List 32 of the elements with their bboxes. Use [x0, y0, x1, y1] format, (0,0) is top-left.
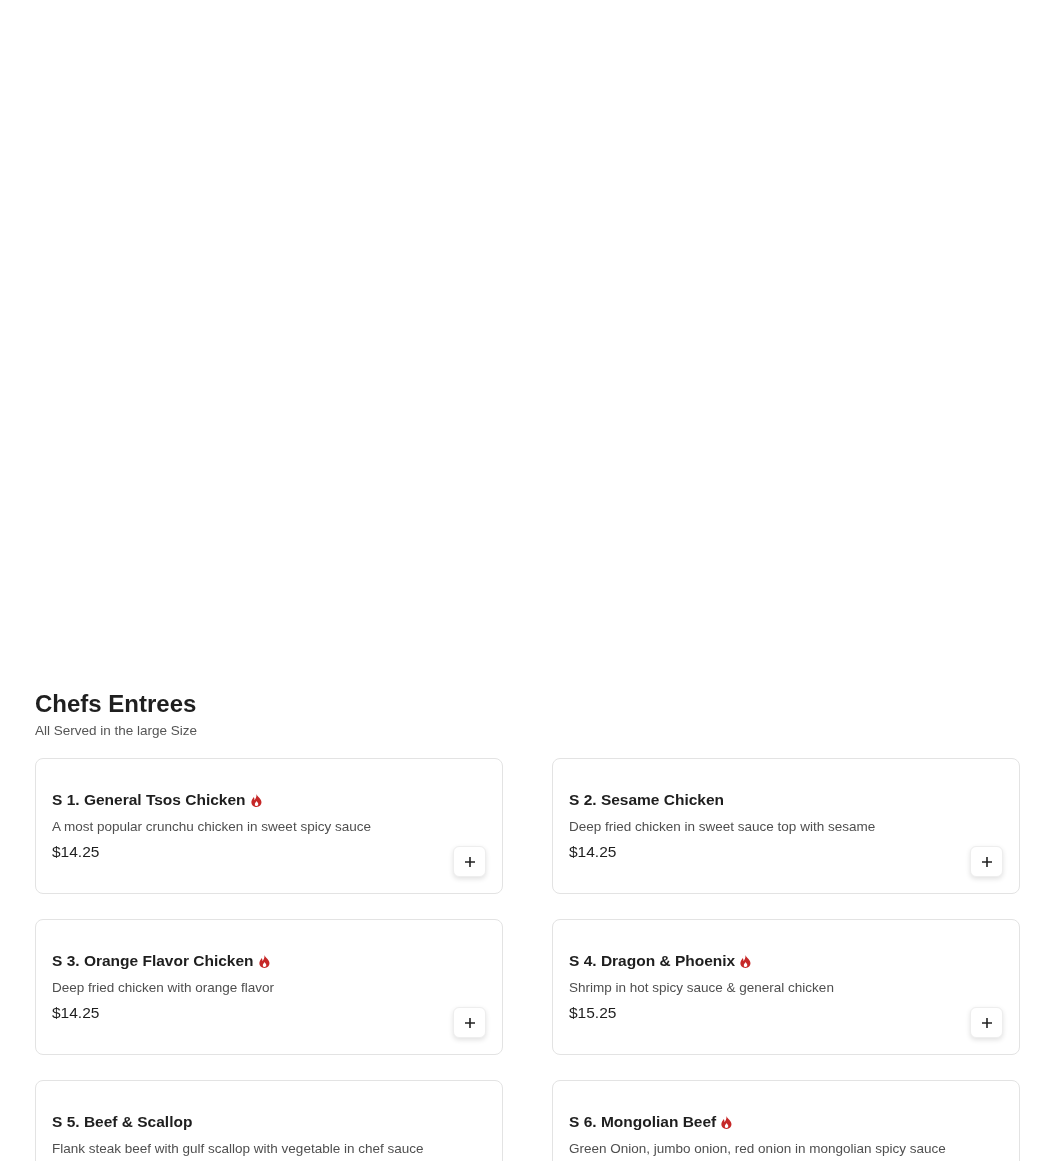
item-name: S 2. Sesame Chicken	[569, 790, 725, 810]
add-button[interactable]	[453, 1007, 486, 1038]
item-price: $14.25	[569, 842, 617, 862]
section-subtitle: All Served in the large Size	[35, 722, 198, 740]
add-button[interactable]	[970, 846, 1003, 877]
menu-item-card[interactable]: S 6. Mongolian Beef Green Onion, jumbo onion, red onion in mongolian spicy sauce	[552, 1080, 1020, 1161]
item-price: $15.25	[569, 1003, 617, 1023]
item-description: Deep fried chicken in sweet sauce top with sesame	[569, 818, 877, 835]
item-price: $14.25	[52, 1003, 100, 1023]
add-button[interactable]	[453, 846, 486, 877]
item-name: S 4. Dragon & Phoenix	[569, 951, 736, 971]
item-price: $14.25	[52, 842, 100, 862]
menu-item-card[interactable]: S 5. Beef & Scallop Flank steak beef with gulf scallop with vegetable in chef sauce	[35, 1080, 503, 1161]
item-description: Green Onion, jumbo onion, red onion in mongolian spicy sauce	[569, 1140, 947, 1157]
item-description: Flank steak beef with gulf scallop with vegetable in chef sauce	[52, 1140, 425, 1157]
item-description: A most popular crunchu chicken in sweet spicy sauce	[52, 818, 372, 835]
plus-icon	[981, 856, 992, 867]
menu-item-card[interactable]: S 2. Sesame Chicken Deep fried chicken in sweet sauce top with sesame $14.25	[552, 758, 1020, 894]
menu-item-card[interactable]: S 3. Orange Flavor Chicken Deep fried chicken with orange flavor $14.25	[35, 919, 503, 1055]
item-description: Shrimp in hot spicy sauce & general chicken	[569, 979, 835, 996]
add-button[interactable]	[970, 1007, 1003, 1038]
item-name: S 1. General Tsos Chicken	[52, 790, 246, 810]
plus-icon	[981, 1017, 992, 1028]
item-name: S 3. Orange Flavor Chicken	[52, 951, 254, 971]
menu-item-card[interactable]: S 4. Dragon & Phoenix Shrimp in hot spicy sauce & general chicken $15.25	[552, 919, 1020, 1055]
item-name: S 6. Mongolian Beef	[569, 1112, 717, 1132]
menu-item-card[interactable]: S 1. General Tsos Chicken A most popular crunchu chicken in sweet spicy sauce $14.25	[35, 758, 503, 894]
item-description: Deep fried chicken with orange flavor	[52, 979, 276, 996]
plus-icon	[464, 856, 475, 867]
plus-icon	[464, 1017, 475, 1028]
section-title: Chefs Entrees	[35, 689, 197, 719]
item-name: S 5. Beef & Scallop	[52, 1112, 193, 1132]
